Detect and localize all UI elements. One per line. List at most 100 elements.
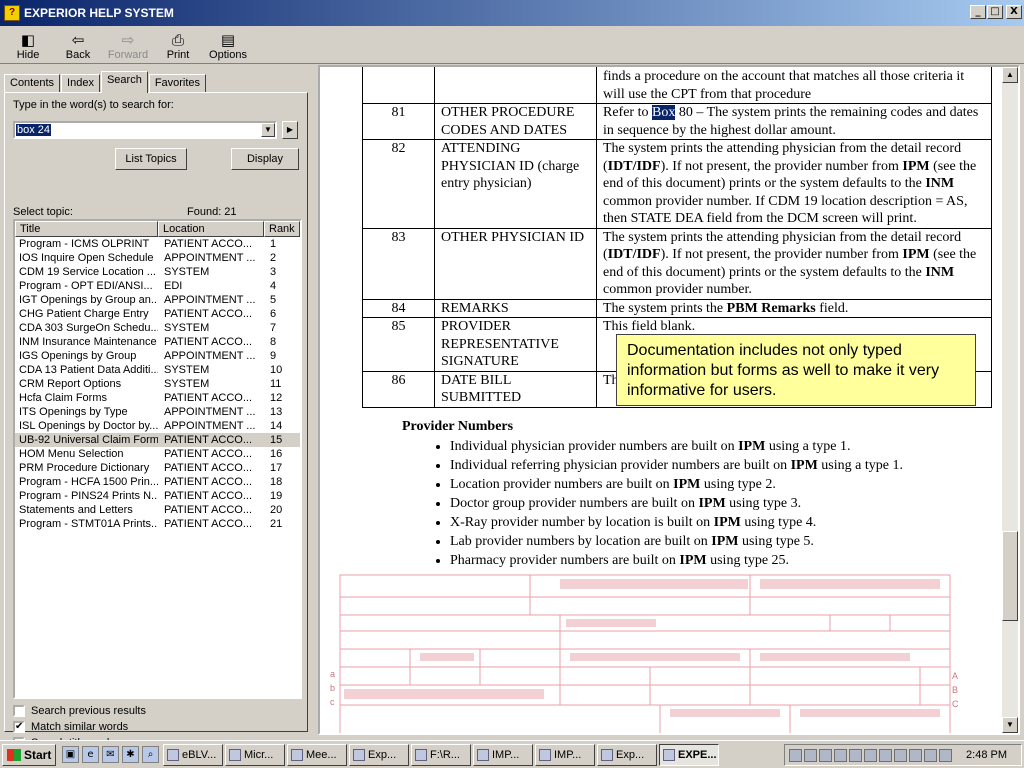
column-header-title[interactable]: Title: [15, 221, 158, 237]
search-previous-checkbox[interactable]: Search previous results: [13, 705, 146, 717]
result-row[interactable]: ISL Openings by Doctor by... APPOINTMENT …: [15, 419, 300, 433]
tray-volume-icon[interactable]: [804, 748, 817, 762]
tray-app-icon[interactable]: [864, 748, 877, 762]
scroll-thumb[interactable]: [1002, 531, 1018, 621]
text-run: using a type 1.: [817, 458, 903, 473]
display-button[interactable]: Display: [231, 148, 299, 170]
tray-network-icon[interactable]: [789, 748, 802, 762]
explorer-icon[interactable]: ⌕: [142, 746, 159, 763]
result-row[interactable]: IGS Openings by Group APPOINTMENT ... 9: [15, 349, 300, 363]
browser-icon[interactable]: e: [82, 746, 99, 763]
taskbar-button[interactable]: eBLV...: [163, 743, 223, 766]
result-rank: 6: [270, 308, 277, 320]
result-title: Program - PINS24 Prints N...: [19, 490, 158, 502]
result-location: SYSTEM: [164, 322, 210, 334]
result-row[interactable]: PRM Procedure Dictionary PATIENT ACCO... 1…: [15, 461, 300, 475]
tab-index[interactable]: Index: [61, 74, 100, 93]
text-run: using type 25.: [706, 553, 790, 568]
desktop-icon[interactable]: ▣: [62, 746, 79, 763]
text-run: Lab provider numbers by location are bui…: [450, 534, 712, 549]
result-row[interactable]: Program - HCFA 1500 Prin... PATIENT ACCO.…: [15, 475, 300, 489]
result-title: PRM Procedure Dictionary: [19, 462, 150, 474]
taskbar-button[interactable]: IMP...: [535, 743, 595, 766]
result-rank: 7: [270, 322, 277, 334]
results-list[interactable]: Title Location Rank Program - ICMS OLPRI…: [13, 219, 302, 699]
topic-content-pane[interactable]: finds a procedure on the account that ma…: [318, 65, 1020, 735]
result-row[interactable]: CHG Patient Charge Entry PATIENT ACCO... 6: [15, 307, 300, 321]
forward-icon: ⇨: [121, 31, 135, 49]
tray-app-icon[interactable]: [849, 748, 862, 762]
clock[interactable]: 2:48 PM: [966, 749, 1007, 761]
result-row[interactable]: IOS Inquire Open Schedule APPOINTMENT ...…: [15, 251, 300, 265]
tray-app-icon[interactable]: [909, 748, 922, 762]
minimize-button[interactable]: _: [970, 5, 986, 19]
result-row[interactable]: Statements and Letters PATIENT ACCO... 20: [15, 503, 300, 517]
taskbar-button[interactable]: Exp...: [349, 743, 409, 766]
result-row[interactable]: Program - PINS24 Prints N... PATIENT ACCO…: [15, 489, 300, 503]
text-run: The system prints the: [603, 300, 727, 316]
result-row[interactable]: CDA 13 Patient Data Additi... SYSTEM 10: [15, 363, 300, 377]
tray-app-icon[interactable]: [939, 748, 952, 762]
tab-search[interactable]: Search: [100, 71, 148, 93]
forward-button[interactable]: ⇨ Forward: [103, 27, 153, 63]
taskbar-button[interactable]: Micr...: [225, 743, 285, 766]
scroll-up-button[interactable]: ▲: [1002, 67, 1018, 83]
start-button[interactable]: Start: [2, 743, 56, 766]
result-row[interactable]: INM Insurance Maintenance PATIENT ACCO...…: [15, 335, 300, 349]
result-row[interactable]: Program - OPT EDI/ANSI... EDI 4: [15, 279, 300, 293]
result-row[interactable]: CRM Report Options SYSTEM 11: [15, 377, 300, 391]
result-row[interactable]: IGT Openings by Group an... APPOINTMENT .…: [15, 293, 300, 307]
field-name: REMARKS: [434, 298, 597, 318]
result-row[interactable]: Program - STMT01A Prints... PATIENT ACCO.…: [15, 517, 300, 531]
result-row[interactable]: CDA 303 SurgeOn Schedu... SYSTEM 7: [15, 321, 300, 335]
result-row[interactable]: HOM Menu Selection PATIENT ACCO... 16: [15, 447, 300, 461]
tab-contents[interactable]: Contents: [4, 74, 61, 93]
result-row[interactable]: Program - ICMS OLPRINT PATIENT ACCO... 1: [15, 237, 300, 251]
title-bar: ? EXPERIOR HELP SYSTEM _ □ X: [0, 0, 1024, 26]
result-title: Program - STMT01A Prints...: [19, 518, 158, 530]
result-rank: 9: [270, 350, 277, 362]
tab-favorites[interactable]: Favorites: [148, 74, 207, 93]
back-button[interactable]: ⇦ Back: [53, 27, 103, 63]
result-row[interactable]: ITS Openings by Type APPOINTMENT ... 13: [15, 405, 300, 419]
list-topics-button[interactable]: List Topics: [115, 148, 187, 170]
bold-term: IPM: [713, 515, 741, 530]
result-row[interactable]: UB-92 Universal Claim Form PATIENT ACCO..…: [15, 433, 300, 447]
print-button[interactable]: ⎙ Print: [153, 27, 203, 63]
search-operators-button[interactable]: ▶: [282, 121, 298, 139]
field-name: ATTENDING PHYSICIAN ID (charge entry phy…: [434, 139, 597, 229]
hide-button[interactable]: ◧ Hide: [3, 27, 53, 63]
taskbar-button[interactable]: EXPE...: [659, 743, 719, 766]
tray-app-icon[interactable]: [924, 748, 937, 762]
result-location: PATIENT ACCO...: [164, 518, 253, 530]
back-label: Back: [65, 49, 91, 61]
row-number: 82: [362, 139, 435, 229]
tray-app-icon[interactable]: [879, 748, 892, 762]
maximize-button[interactable]: □: [987, 5, 1003, 19]
close-button[interactable]: X: [1006, 5, 1022, 19]
search-history-dropdown[interactable]: ▼: [261, 123, 275, 137]
tray-app-icon[interactable]: [834, 748, 847, 762]
table-row: 84 REMARKS The system prints the PBM Rem…: [362, 298, 992, 318]
column-header-rank[interactable]: Rank: [264, 221, 300, 237]
ub92-form-image: a b c A B C: [330, 574, 959, 733]
taskbar-button[interactable]: Mee...: [287, 743, 347, 766]
scroll-down-button[interactable]: ▼: [1002, 717, 1018, 733]
app-launch-icon[interactable]: ✱: [122, 746, 139, 763]
result-row[interactable]: Hcfa Claim Forms PATIENT ACCO... 12: [15, 391, 300, 405]
taskbar-button[interactable]: F:\R...: [411, 743, 471, 766]
result-row[interactable]: CDM 19 Service Location ... SYSTEM 3: [15, 265, 300, 279]
help-app-icon[interactable]: ?: [4, 5, 20, 21]
tray-app-icon[interactable]: [894, 748, 907, 762]
content-scrollbar[interactable]: ▲ ▼: [1002, 67, 1018, 733]
row-number: 83: [362, 227, 435, 300]
taskbar-button[interactable]: IMP...: [473, 743, 533, 766]
taskbar-button[interactable]: Exp...: [597, 743, 657, 766]
tray-app-icon[interactable]: [819, 748, 832, 762]
options-button[interactable]: ▤ Options: [203, 27, 253, 63]
column-header-location[interactable]: Location: [158, 221, 264, 237]
field-description: The system prints the PBM Remarks field.: [596, 298, 992, 318]
outlook-icon[interactable]: ✉: [102, 746, 119, 763]
match-similar-checkbox[interactable]: ✔ Match similar words: [13, 721, 128, 733]
search-input[interactable]: box 24 ▼: [13, 121, 277, 139]
